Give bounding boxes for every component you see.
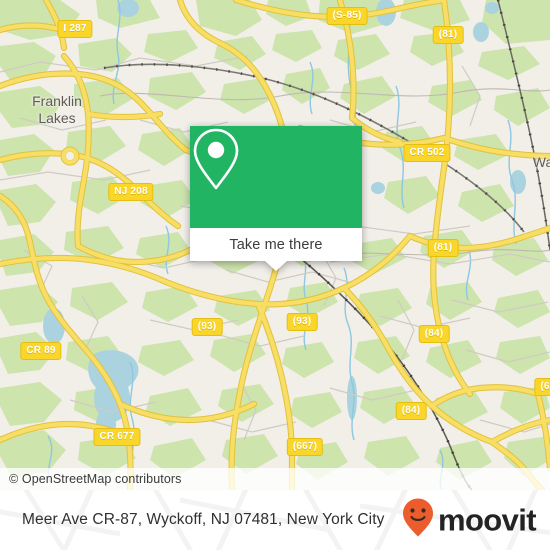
moovit-wordmark: moovit <box>437 502 537 538</box>
map-attribution: © OpenStreetMap contributors <box>0 468 550 490</box>
shield-i-287[interactable]: I 287 <box>57 20 93 38</box>
popup-footer[interactable]: Take me there <box>190 228 362 271</box>
popup-header <box>190 126 362 228</box>
map-screenshot: Franklin Lakes Wa I 287 (S-85) (81) NJ 2… <box>0 0 550 550</box>
location-popup[interactable]: Take me there <box>190 126 362 271</box>
roundabout <box>60 146 80 166</box>
shield-81-top[interactable]: (81) <box>432 26 464 44</box>
shield-84-a[interactable]: (84) <box>418 325 450 343</box>
moovit-smiley-pin-icon <box>402 498 434 543</box>
shield-s-85[interactable]: (S-85) <box>326 7 368 25</box>
map-canvas[interactable]: Franklin Lakes Wa I 287 (S-85) (81) NJ 2… <box>0 0 550 490</box>
shield-93-b[interactable]: (93) <box>286 313 318 331</box>
popup-pointer <box>265 261 287 271</box>
shield-93-a[interactable]: (93) <box>191 318 223 336</box>
address-text: Meer Ave CR-87, Wyckoff, NJ 07481, New Y… <box>22 511 385 528</box>
moovit-logo[interactable]: moovit <box>402 498 537 543</box>
shield-cr-89[interactable]: CR 89 <box>20 342 62 360</box>
place-label-franklin-lakes: Franklin Lakes <box>32 93 82 127</box>
footer-bar: Meer Ave CR-87, Wyckoff, NJ 07481, New Y… <box>0 490 550 550</box>
place-label-line2: Lakes <box>38 110 76 126</box>
place-label-wayne-clipped: Wa <box>533 154 550 170</box>
shield-6x[interactable]: (6 <box>534 378 550 396</box>
shield-cr-502[interactable]: CR 502 <box>403 144 451 162</box>
place-label-line1: Franklin <box>32 93 82 109</box>
place-label-line1: Wa <box>532 154 550 170</box>
shield-84-b[interactable]: (84) <box>395 402 427 420</box>
shield-nj-208[interactable]: NJ 208 <box>108 183 154 201</box>
shield-667[interactable]: (667) <box>286 438 324 456</box>
attribution-text: © OpenStreetMap contributors <box>9 472 182 486</box>
take-me-there-button[interactable]: Take me there <box>229 237 322 253</box>
shield-81-mid[interactable]: (81) <box>427 239 459 257</box>
shield-cr-677[interactable]: CR 677 <box>93 428 141 446</box>
